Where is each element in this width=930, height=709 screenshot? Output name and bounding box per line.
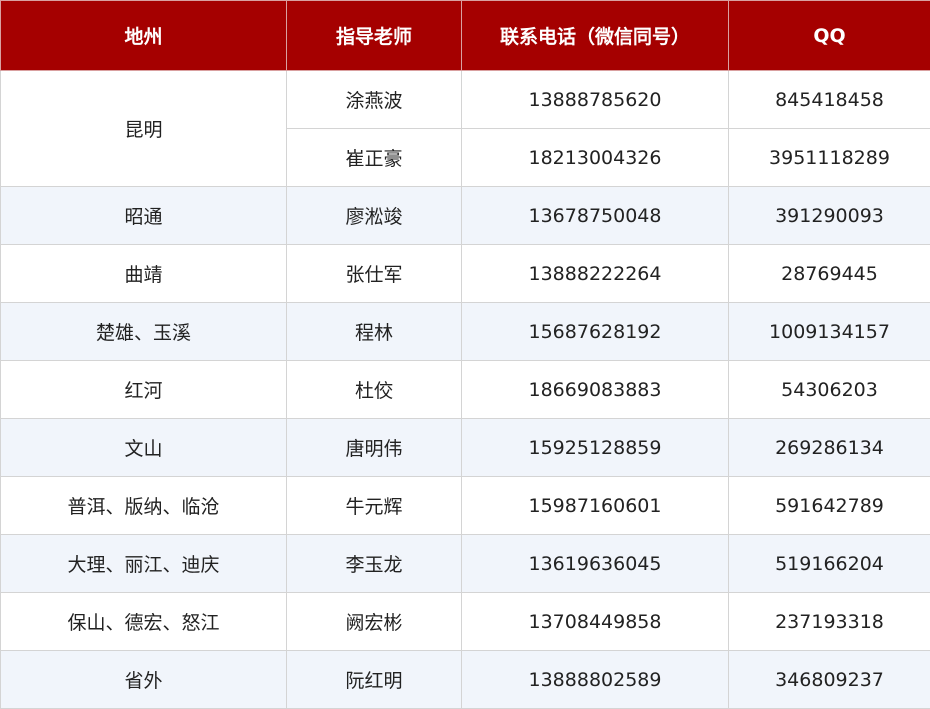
phone-cell: 15987160601 bbox=[461, 476, 729, 535]
region-cell: 文山 bbox=[0, 418, 287, 477]
contact-table: 地州 指导老师 联系电话（微信同号） QQ 昆明 涂燕波 13888785620… bbox=[0, 0, 930, 709]
table-row: 保山、德宏、怒江 阙宏彬 13708449858 237193318 bbox=[0, 592, 930, 651]
teacher-cell: 涂燕波 bbox=[286, 70, 462, 129]
region-cell: 普洱、版纳、临沧 bbox=[0, 476, 287, 535]
region-cell: 省外 bbox=[0, 650, 287, 709]
phone-cell: 13678750048 bbox=[461, 186, 729, 245]
teacher-cell: 程林 bbox=[286, 302, 462, 361]
table-row: 昭通 廖淞竣 13678750048 391290093 bbox=[0, 186, 930, 245]
table-row: 省外 阮红明 13888802589 346809237 bbox=[0, 650, 930, 709]
header-row: 地州 指导老师 联系电话（微信同号） QQ bbox=[0, 0, 930, 71]
region-cell: 红河 bbox=[0, 360, 287, 419]
teacher-cell: 唐明伟 bbox=[286, 418, 462, 477]
table-row: 楚雄、玉溪 程林 15687628192 1009134157 bbox=[0, 302, 930, 361]
region-cell: 昆明 bbox=[0, 70, 287, 187]
phone-cell: 13619636045 bbox=[461, 534, 729, 593]
qq-cell: 237193318 bbox=[728, 592, 930, 651]
table-row: 大理、丽江、迪庆 李玉龙 13619636045 519166204 bbox=[0, 534, 930, 593]
region-cell: 保山、德宏、怒江 bbox=[0, 592, 287, 651]
qq-cell: 519166204 bbox=[728, 534, 930, 593]
qq-cell: 391290093 bbox=[728, 186, 930, 245]
teacher-cell: 崔正豪 bbox=[286, 128, 462, 187]
teacher-cell: 阙宏彬 bbox=[286, 592, 462, 651]
header-region: 地州 bbox=[0, 0, 287, 71]
table-row: 普洱、版纳、临沧 牛元辉 15987160601 591642789 bbox=[0, 476, 930, 535]
teacher-cell: 阮红明 bbox=[286, 650, 462, 709]
phone-cell: 13888785620 bbox=[461, 70, 729, 129]
qq-cell: 269286134 bbox=[728, 418, 930, 477]
qq-cell: 346809237 bbox=[728, 650, 930, 709]
phone-cell: 15925128859 bbox=[461, 418, 729, 477]
teacher-cell: 张仕军 bbox=[286, 244, 462, 303]
phone-cell: 13888802589 bbox=[461, 650, 729, 709]
qq-cell: 845418458 bbox=[728, 70, 930, 129]
qq-cell: 3951118289 bbox=[728, 128, 930, 187]
region-cell: 楚雄、玉溪 bbox=[0, 302, 287, 361]
region-cell: 曲靖 bbox=[0, 244, 287, 303]
phone-cell: 18213004326 bbox=[461, 128, 729, 187]
qq-cell: 1009134157 bbox=[728, 302, 930, 361]
table-row: 红河 杜佼 18669083883 54306203 bbox=[0, 360, 930, 419]
phone-cell: 13708449858 bbox=[461, 592, 729, 651]
phone-cell: 15687628192 bbox=[461, 302, 729, 361]
teacher-cell: 李玉龙 bbox=[286, 534, 462, 593]
table-row: 昆明 涂燕波 13888785620 845418458 bbox=[0, 70, 930, 187]
region-cell: 昭通 bbox=[0, 186, 287, 245]
phone-cell: 13888222264 bbox=[461, 244, 729, 303]
header-teacher: 指导老师 bbox=[286, 0, 462, 71]
table-row: 文山 唐明伟 15925128859 269286134 bbox=[0, 418, 930, 477]
teacher-cell: 廖淞竣 bbox=[286, 186, 462, 245]
teacher-cell: 牛元辉 bbox=[286, 476, 462, 535]
header-phone: 联系电话（微信同号） bbox=[461, 0, 729, 71]
phone-cell: 18669083883 bbox=[461, 360, 729, 419]
qq-cell: 591642789 bbox=[728, 476, 930, 535]
table-row: 曲靖 张仕军 13888222264 28769445 bbox=[0, 244, 930, 303]
qq-cell: 54306203 bbox=[728, 360, 930, 419]
region-cell: 大理、丽江、迪庆 bbox=[0, 534, 287, 593]
qq-cell: 28769445 bbox=[728, 244, 930, 303]
header-qq: QQ bbox=[728, 0, 930, 71]
teacher-cell: 杜佼 bbox=[286, 360, 462, 419]
